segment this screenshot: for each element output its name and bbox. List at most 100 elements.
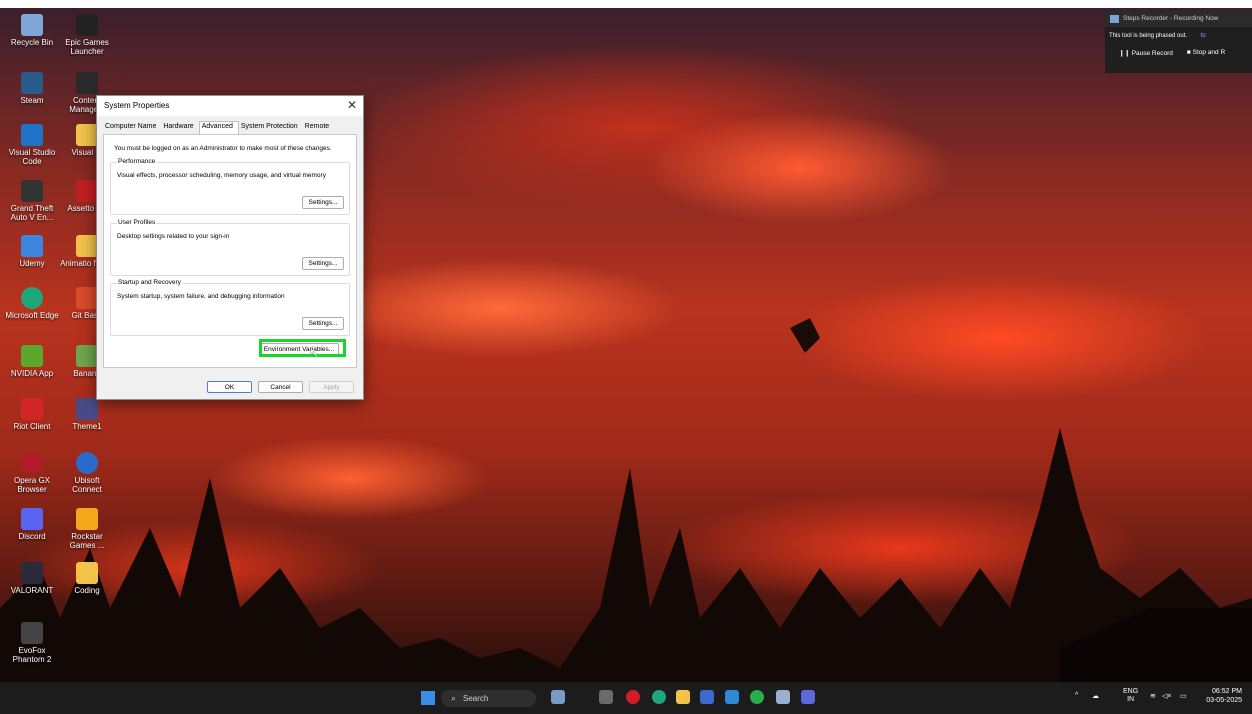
startup-recovery-settings-button[interactable]: Settings... bbox=[302, 317, 344, 330]
close-icon[interactable]: ✕ bbox=[347, 98, 357, 112]
recorder-titlebar[interactable]: Steps Recorder - Recording Now bbox=[1105, 11, 1252, 27]
desktop-icon-recycle-bin[interactable]: Recycle Bin bbox=[4, 14, 60, 47]
steps-recorder-icon bbox=[1110, 15, 1119, 23]
tab-remote[interactable]: Remote bbox=[303, 122, 335, 133]
language-indicator[interactable]: ENG IN bbox=[1123, 688, 1138, 704]
environment-variables-highlight bbox=[259, 339, 346, 357]
folder-icon bbox=[76, 562, 98, 584]
desktop-icon-discord[interactable]: Discord bbox=[4, 508, 60, 541]
steps-recorder-taskbar-icon[interactable] bbox=[801, 690, 815, 704]
dialog-title: System Properties bbox=[104, 101, 170, 110]
riot-client-icon bbox=[21, 398, 43, 420]
tab-computer-name[interactable]: Computer Name bbox=[103, 122, 161, 133]
recorder-note-link[interactable]: to bbox=[1201, 33, 1206, 39]
content-manager-icon bbox=[76, 72, 98, 94]
recorder-note-text: This tool is being phased out. bbox=[1109, 33, 1188, 39]
desktop-icon-gta-v[interactable]: Grand Theft Auto V En... bbox=[4, 180, 60, 222]
desktop-icon-evofox[interactable]: EvoFox Phantom 2 bbox=[4, 622, 60, 664]
onedrive-icon[interactable]: ☁ bbox=[1092, 692, 1099, 700]
startup-recovery-group-description: System startup, system failure, and debu… bbox=[117, 293, 285, 300]
tab-system-protection[interactable]: System Protection bbox=[239, 122, 303, 133]
epic-games-icon bbox=[76, 14, 98, 36]
performance-group-description: Visual effects, processor scheduling, me… bbox=[117, 172, 326, 179]
desktop-icon-ubisoft-connect[interactable]: Ubisoft Connect bbox=[59, 452, 115, 494]
photos-icon[interactable] bbox=[725, 690, 739, 704]
taskbar: ⌕ Search ^ ☁ ENG IN ≋ ◁× ▭ 06:52 PM 03-0… bbox=[0, 682, 1252, 714]
desktop-icon-theme1[interactable]: Theme1 bbox=[59, 398, 115, 431]
advanced-tab-panel: You must be logged on as an Administrato… bbox=[103, 134, 357, 368]
cancel-button[interactable]: Cancel bbox=[258, 381, 303, 393]
language-code: ENG bbox=[1123, 688, 1139, 695]
desktop-icon-valorant[interactable]: VALORANT bbox=[4, 562, 60, 595]
assetto-corsa-icon bbox=[76, 180, 98, 202]
steam-icon bbox=[21, 72, 43, 94]
taskbar-search-box[interactable]: ⌕ Search bbox=[441, 690, 536, 707]
desktop-icon-nvidia-app[interactable]: NVIDIA App bbox=[4, 345, 60, 378]
recorder-note: This tool is being phased out. to bbox=[1105, 27, 1252, 39]
performance-settings-button[interactable]: Settings... bbox=[302, 196, 344, 209]
opera-gx-taskbar-icon[interactable] bbox=[626, 690, 640, 704]
theme-file-icon bbox=[76, 398, 98, 420]
edge-taskbar-icon[interactable] bbox=[652, 690, 666, 704]
vscode-icon bbox=[21, 124, 43, 146]
performance-group: Performance Visual effects, processor sc… bbox=[110, 158, 350, 215]
recorder-title: Steps Recorder - Recording Now bbox=[1123, 15, 1219, 22]
clock-date: 03-05-2025 bbox=[1206, 697, 1242, 704]
desktop-icon-vscode[interactable]: Visual Studio Code bbox=[4, 124, 60, 166]
clock-time: 06:52 PM bbox=[1212, 688, 1242, 695]
recorder-actions: ❙❙ Pause Record ■ Stop and R bbox=[1105, 39, 1252, 57]
discord-icon bbox=[21, 508, 43, 530]
store-icon[interactable] bbox=[700, 690, 714, 704]
search-label: Search bbox=[463, 694, 489, 703]
tab-hardware[interactable]: Hardware bbox=[161, 122, 198, 133]
search-icon: ⌕ bbox=[451, 693, 457, 703]
user-profiles-group: User Profiles Desktop settings related t… bbox=[110, 219, 350, 276]
banana-icon bbox=[76, 345, 98, 367]
widgets-icon[interactable] bbox=[551, 690, 565, 704]
pause-record-button[interactable]: ❙❙ Pause Record bbox=[1119, 49, 1173, 57]
user-profiles-group-title: User Profiles bbox=[117, 219, 157, 226]
opera-gx-icon bbox=[21, 452, 43, 474]
folder-icon bbox=[76, 235, 98, 257]
steps-recorder-window: Steps Recorder - Recording Now This tool… bbox=[1105, 11, 1252, 73]
battery-icon[interactable]: ▭ bbox=[1180, 692, 1187, 700]
top-strip bbox=[0, 0, 1252, 8]
tab-advanced[interactable]: Advanced bbox=[198, 121, 239, 135]
stop-record-button[interactable]: ■ Stop and R bbox=[1187, 49, 1225, 57]
desktop-icon-epic-games[interactable]: Epic Games Launcher bbox=[59, 14, 115, 56]
desktop-icon-udemy[interactable]: Udemy bbox=[4, 235, 60, 268]
apply-button[interactable]: Apply bbox=[309, 381, 354, 393]
desktop-icon-edge[interactable]: Microsoft Edge bbox=[4, 287, 60, 320]
whatsapp-icon[interactable] bbox=[750, 690, 764, 704]
task-view-icon[interactable] bbox=[599, 690, 613, 704]
app-taskbar-icon[interactable] bbox=[776, 690, 790, 704]
desktop-icon-coding[interactable]: Coding bbox=[59, 562, 115, 595]
desktop-icon-rockstar-games[interactable]: Rockstar Games ... bbox=[59, 508, 115, 550]
region-code: IN bbox=[1127, 696, 1135, 703]
file-explorer-icon[interactable] bbox=[676, 690, 690, 704]
desktop-icon-opera-gx[interactable]: Opera GX Browser bbox=[4, 452, 60, 494]
startup-recovery-group-title: Startup and Recovery bbox=[117, 279, 182, 286]
desktop-icon-riot-client[interactable]: Riot Client bbox=[4, 398, 60, 431]
recycle-bin-icon bbox=[21, 14, 43, 36]
gta-icon bbox=[21, 180, 43, 202]
nvidia-icon bbox=[21, 345, 43, 367]
dialog-tabs: Computer Name Hardware Advanced System P… bbox=[103, 121, 335, 135]
start-button-windows-icon[interactable] bbox=[421, 691, 435, 705]
evofox-icon bbox=[21, 622, 43, 644]
wifi-icon[interactable]: ≋ bbox=[1150, 692, 1156, 700]
edge-icon bbox=[21, 287, 43, 309]
ubisoft-icon bbox=[76, 452, 98, 474]
admin-note: You must be logged on as an Administrato… bbox=[114, 145, 332, 152]
show-hidden-icons-chevron-icon[interactable]: ^ bbox=[1075, 692, 1078, 699]
ok-button[interactable]: OK bbox=[207, 381, 252, 393]
desktop-icon-steam[interactable]: Steam bbox=[4, 72, 60, 105]
volume-icon[interactable]: ◁× bbox=[1162, 692, 1171, 700]
clock[interactable]: 06:52 PM 03-05-2025 bbox=[1206, 687, 1242, 705]
performance-group-title: Performance bbox=[117, 158, 157, 165]
user-profiles-settings-button[interactable]: Settings... bbox=[302, 257, 344, 270]
dialog-titlebar[interactable]: System Properties ✕ bbox=[97, 96, 363, 116]
git-bash-icon bbox=[76, 287, 98, 309]
rockstar-icon bbox=[76, 508, 98, 530]
folder-icon bbox=[76, 124, 98, 146]
